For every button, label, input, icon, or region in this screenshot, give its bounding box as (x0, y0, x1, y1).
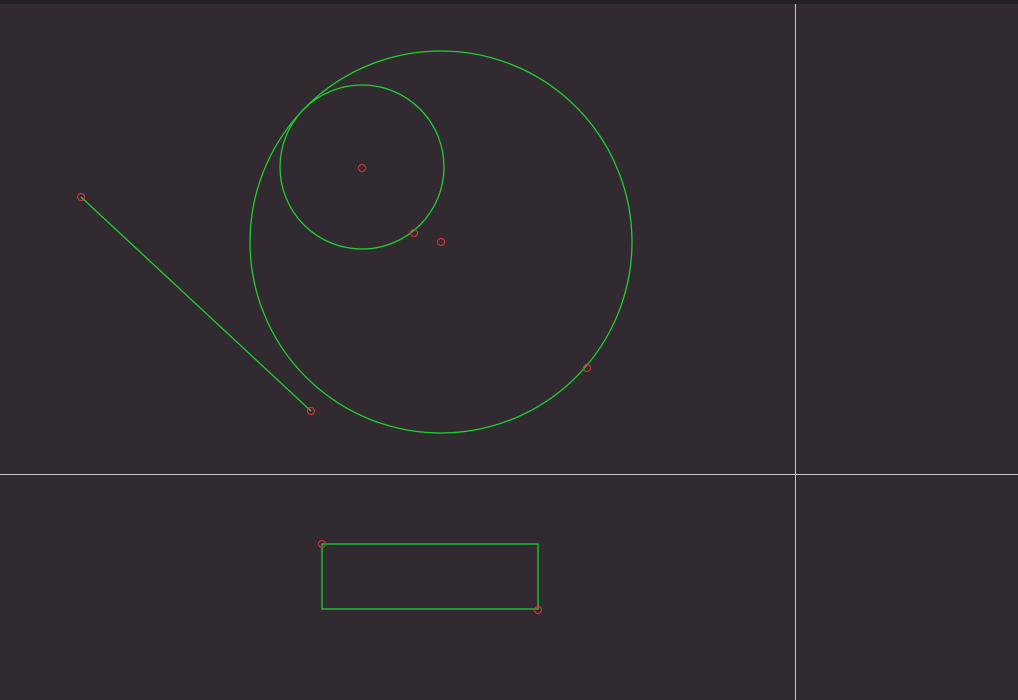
grip-handle[interactable] (437, 238, 445, 246)
line-entity[interactable] (80, 196, 312, 412)
cad-drawing-canvas[interactable] (0, 4, 1018, 700)
rectangle-entity[interactable] (321, 543, 539, 610)
large-circle-entity[interactable] (249, 50, 633, 434)
grip-handle[interactable] (358, 164, 366, 172)
small-circle-entity[interactable] (279, 84, 445, 250)
